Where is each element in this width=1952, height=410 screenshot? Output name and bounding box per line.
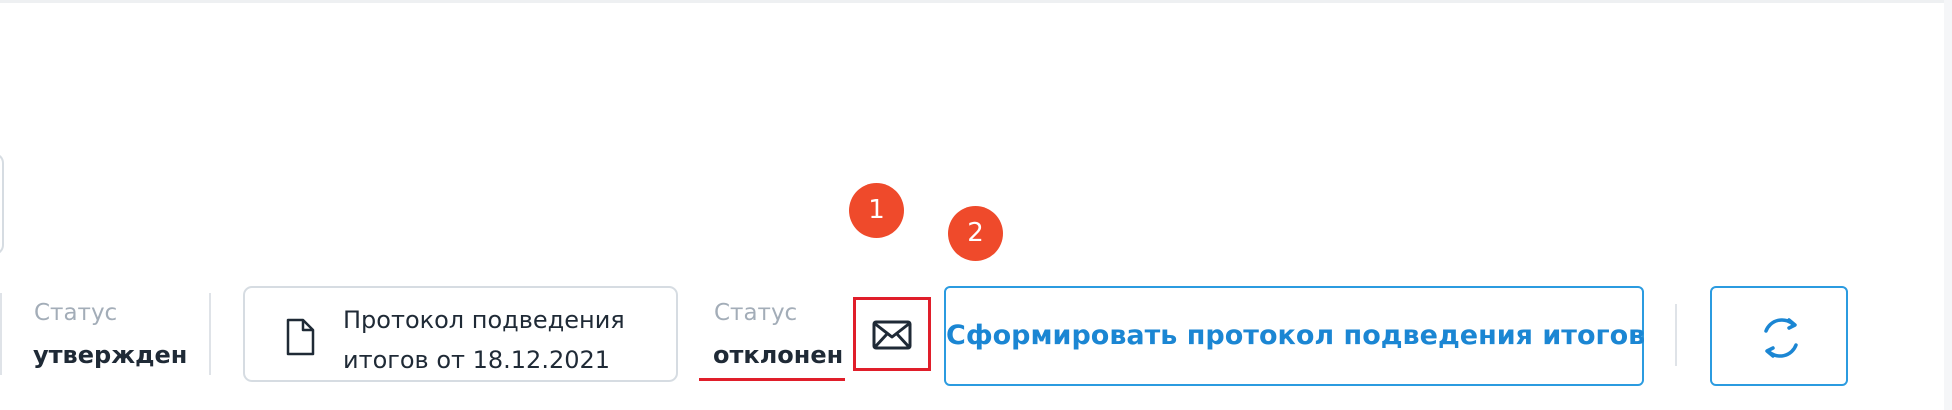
envelope-icon: [872, 320, 912, 350]
partial-card: [0, 153, 4, 255]
refresh-icon: [1764, 318, 1798, 358]
status-label: Статус: [714, 300, 798, 326]
protocol-document-card[interactable]: Протокол подведения итогов от 18.12.2021: [243, 286, 678, 382]
document-icon: [285, 318, 315, 356]
document-title-line-2: итогов от 18.12.2021: [343, 346, 611, 374]
annotation-marker-1: 1: [849, 183, 904, 238]
divider: [209, 293, 211, 375]
document-title-line-1: Протокол подведения: [343, 306, 625, 334]
divider: [1675, 304, 1677, 366]
page: Статус утвержден Протокол подведения ито…: [0, 0, 1952, 410]
generate-protocol-button[interactable]: Сформировать протокол подведения итогов: [944, 286, 1645, 386]
divider: [0, 293, 2, 375]
right-scroll-edge: [1944, 0, 1952, 410]
document-title: Протокол подведения итогов от 18.12.2021: [343, 300, 663, 380]
top-divider: [0, 0, 1952, 3]
annotation-marker-2: 2: [948, 206, 1003, 261]
refresh-button[interactable]: [1710, 286, 1848, 386]
status-label: Статус: [34, 300, 118, 326]
status-value-approved: утвержден: [33, 341, 188, 369]
highlight-underline: [699, 378, 845, 381]
send-email-button[interactable]: [853, 297, 931, 371]
status-value-rejected: отклонен: [713, 341, 844, 369]
